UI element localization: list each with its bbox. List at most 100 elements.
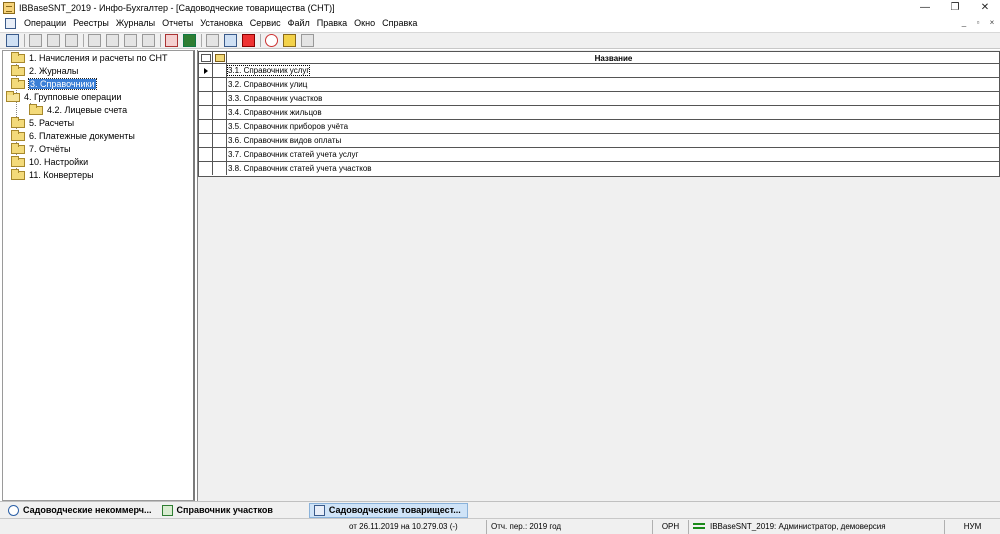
tree-item-label: 4.2. Лицевые счета: [47, 105, 128, 115]
document-icon[interactable]: [5, 18, 16, 29]
directories-grid[interactable]: Название 3.1. Справочник услуг 3.2. Спра…: [198, 51, 1000, 177]
menu-file[interactable]: Файл: [286, 16, 315, 31]
window-tab-nonprofit[interactable]: Садоводческие некоммерч...: [4, 503, 158, 518]
app-icon: [3, 2, 15, 14]
database-icon[interactable]: [224, 34, 237, 47]
grid-row[interactable]: 3.2. Справочник улиц: [199, 78, 999, 92]
grid-row-name[interactable]: 3.6. Справочник видов оплаты: [227, 134, 999, 147]
content-area: Название 3.1. Справочник услуг 3.2. Спра…: [197, 50, 1000, 501]
grid-row-marker-cell: [199, 148, 213, 161]
grid-row-name[interactable]: 3.4. Справочник жильцов: [227, 106, 999, 119]
navigation-tree[interactable]: 1. Начисления и расчеты по СНТ 2. Журнал…: [2, 50, 195, 501]
grid-row-name[interactable]: 3.1. Справочник услуг: [226, 64, 999, 77]
grid-header-folder-cell[interactable]: [213, 52, 227, 64]
palette-icon[interactable]: [283, 34, 296, 47]
preview-icon[interactable]: [106, 34, 119, 47]
status-period: от 26.11.2019 на 10.279.03 (-): [345, 519, 487, 534]
menu-registers[interactable]: Реестры: [71, 16, 114, 31]
menu-help[interactable]: Справка: [380, 16, 422, 31]
folder-icon: [214, 54, 225, 62]
compass-icon[interactable]: [265, 34, 278, 47]
grid-row-name[interactable]: 3.8. Справочник статей учета участков: [227, 162, 999, 175]
grid-row-marker-cell: [199, 78, 213, 91]
grid-row[interactable]: 3.1. Справочник услуг: [199, 64, 999, 78]
tree-item-accounts[interactable]: 4.2. Лицевые счета: [29, 103, 128, 116]
paste-icon[interactable]: [47, 34, 60, 47]
tree-item-payment-documents[interactable]: 6. Платежные документы: [11, 129, 135, 142]
toolbar-separator: [83, 34, 84, 47]
open-folder-icon: [6, 90, 20, 102]
menu-window[interactable]: Окно: [352, 16, 380, 31]
table-icon[interactable]: [124, 34, 137, 47]
minimize-button[interactable]: —: [910, 0, 940, 16]
grid-row[interactable]: 3.3. Справочник участков: [199, 92, 999, 106]
tree-item-reports[interactable]: 7. Отчёты: [11, 142, 70, 155]
window-tab-associations[interactable]: Садоводческие товарищест...: [308, 502, 468, 518]
tree-item-label: 5. Расчеты: [29, 118, 75, 128]
tree-item-converters[interactable]: 11. Конвертеры: [11, 168, 94, 181]
grid-cell-text: 3.5. Справочник приборов учёта: [228, 122, 349, 131]
menu-edit[interactable]: Правка: [315, 16, 352, 31]
grid-row[interactable]: 3.5. Справочник приборов учёта: [199, 120, 999, 134]
mdi-minimize-button[interactable]: _: [958, 17, 970, 29]
grid-icon[interactable]: [301, 34, 314, 47]
current-row-marker-icon: [203, 67, 208, 74]
tree-icon: [161, 504, 173, 516]
settings-icon[interactable]: [206, 34, 219, 47]
grid-row[interactable]: 3.7. Справочник статей учета услуг: [199, 148, 999, 162]
grid-row-icon-cell: [213, 120, 227, 133]
menu-reports[interactable]: Отчеты: [160, 16, 198, 31]
mdi-restore-button[interactable]: ▫: [972, 17, 984, 29]
grid-row[interactable]: 3.6. Справочник видов оплаты: [199, 134, 999, 148]
grid-row-icon-cell: [213, 148, 227, 161]
tree-item-directories[interactable]: 3. Справочники: [11, 77, 97, 90]
menu-operations[interactable]: Операции: [22, 16, 71, 31]
grid-cell-text: 3.7. Справочник статей учета услуг: [228, 150, 359, 159]
grid-row[interactable]: 3.8. Справочник статей учета участков: [199, 162, 999, 176]
grid-row-marker-cell: [199, 64, 213, 77]
grid-header-name[interactable]: Название: [227, 52, 999, 64]
menu-service[interactable]: Сервис: [248, 16, 286, 31]
grid-row-marker-cell: [199, 162, 213, 175]
mdi-close-button[interactable]: ×: [986, 17, 998, 29]
window-tabs-bar: Садоводческие некоммерч... Справочник уч…: [0, 501, 1000, 518]
calculator-icon[interactable]: [6, 34, 19, 47]
status-connection-text: IBBaseSNT_2019: Администратор, демоверси…: [710, 521, 886, 531]
status-bar: от 26.11.2019 на 10.279.03 (-) Отч. пер.…: [0, 518, 1000, 534]
title-bar: IBBaseSNT_2019 - Инфо-Бухгалтер - [Садов…: [0, 0, 1000, 16]
grid-header-icon-cell[interactable]: [199, 52, 213, 64]
form-icon[interactable]: [142, 34, 155, 47]
grid-row[interactable]: 3.4. Справочник жильцов: [199, 106, 999, 120]
folder-icon: [11, 77, 25, 89]
window-tab-plots[interactable]: Справочник участков: [158, 503, 279, 518]
tree-item-settings[interactable]: 10. Настройки: [11, 155, 88, 168]
grid-row-icon-cell: [213, 162, 227, 175]
print-icon[interactable]: [88, 34, 101, 47]
tree-item-group-operations[interactable]: 4. Групповые операции: [6, 90, 121, 103]
toolbar-separator: [160, 34, 161, 47]
tree-item-label: 11. Конвертеры: [29, 170, 94, 180]
grid-row-icon-cell: [213, 106, 227, 119]
calculator-green-icon[interactable]: [183, 34, 196, 47]
folder-icon: [11, 116, 25, 128]
cut-icon[interactable]: [65, 34, 78, 47]
folder-icon: [11, 51, 25, 63]
grid-row-marker-cell: [199, 134, 213, 147]
close-button[interactable]: ✕: [970, 0, 1000, 16]
grid-row-name[interactable]: 3.3. Справочник участков: [227, 92, 999, 105]
window-title: IBBaseSNT_2019 - Инфо-Бухгалтер - [Садов…: [19, 3, 335, 13]
report-icon[interactable]: [165, 34, 178, 47]
grid-cell-text: 3.2. Справочник улиц: [228, 80, 308, 89]
menu-journals[interactable]: Журналы: [114, 16, 160, 31]
copy-icon[interactable]: [29, 34, 42, 47]
grid-row-name[interactable]: 3.7. Справочник статей учета услуг: [227, 148, 999, 161]
menu-setup[interactable]: Установка: [198, 16, 248, 31]
grid-row-name[interactable]: 3.2. Справочник улиц: [227, 78, 999, 91]
maximize-button[interactable]: ❐: [940, 0, 970, 16]
grid-row-marker-cell: [199, 106, 213, 119]
tree-item-journals[interactable]: 2. Журналы: [11, 64, 78, 77]
grid-row-name[interactable]: 3.5. Справочник приборов учёта: [227, 120, 999, 133]
tree-item-settlements[interactable]: 5. Расчеты: [11, 116, 75, 129]
tree-item-accruals[interactable]: 1. Начисления и расчеты по СНТ: [11, 51, 167, 64]
archive-icon[interactable]: [242, 34, 255, 47]
